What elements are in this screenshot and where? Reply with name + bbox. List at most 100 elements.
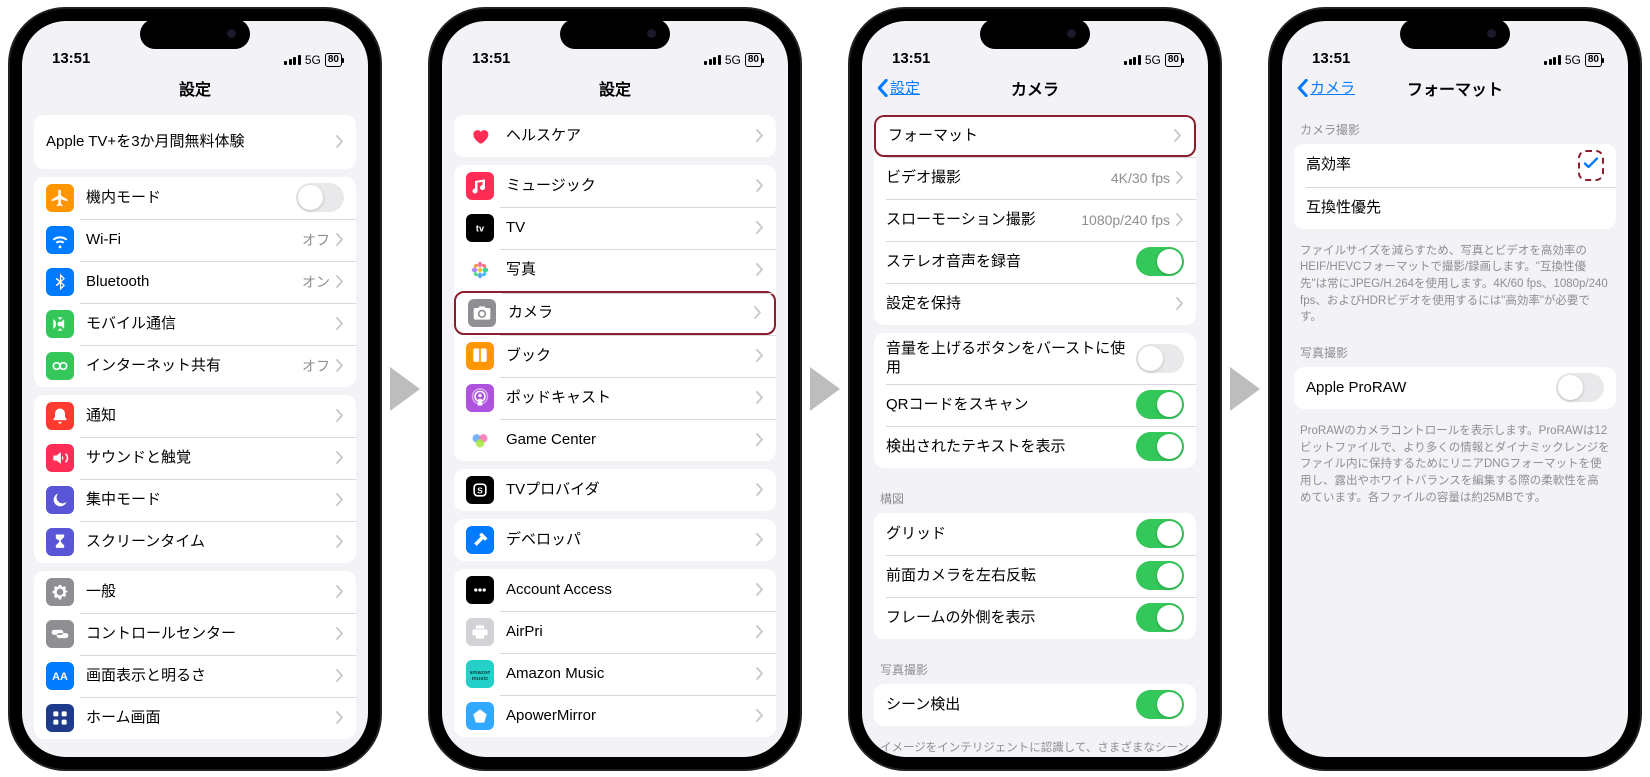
promo-apple-tv[interactable]: Apple TV+を3か月間無料体験 xyxy=(34,115,356,169)
wifi-icon xyxy=(46,226,74,254)
navbar: カメラ フォーマット xyxy=(1282,69,1628,107)
settings-row[interactable]: 前面カメラを左右反転 xyxy=(874,555,1196,597)
settings-row[interactable]: 音量を上げるボタンをバーストに使用 xyxy=(874,333,1196,384)
row-value: オフ xyxy=(302,356,330,376)
toggle-switch[interactable] xyxy=(296,183,344,212)
signal-icon xyxy=(1544,55,1561,65)
settings-row[interactable]: シーン検出 xyxy=(874,684,1196,726)
battery-icon: 80 xyxy=(325,53,342,67)
row-label: ステレオ音声を録音 xyxy=(886,252,1136,272)
settings-row[interactable]: フレームの外側を表示 xyxy=(874,597,1196,639)
settings-row[interactable]: ミュージック xyxy=(454,165,776,207)
moon-icon xyxy=(46,486,74,514)
settings-row[interactable]: Apple ProRAW xyxy=(1294,367,1616,409)
row-label: QRコードをスキャン xyxy=(886,395,1136,415)
settings-row[interactable]: 検出されたテキストを表示 xyxy=(874,426,1196,468)
settings-row[interactable]: ヘルスケア xyxy=(454,115,776,157)
chevron-right-icon xyxy=(336,135,344,148)
toggle-switch[interactable] xyxy=(1136,432,1184,461)
chevron-right-icon xyxy=(336,275,344,288)
settings-row[interactable]: 互換性優先 xyxy=(1294,187,1616,229)
settings-row[interactable]: ポッドキャスト xyxy=(454,377,776,419)
chevron-right-icon xyxy=(754,306,762,319)
chevron-right-icon xyxy=(756,667,764,680)
settings-row[interactable]: TV xyxy=(454,207,776,249)
toggle-switch[interactable] xyxy=(1136,603,1184,632)
settings-row[interactable]: モバイル通信 xyxy=(34,303,356,345)
gamecenter-icon xyxy=(466,426,494,454)
settings-row[interactable]: スローモーション撮影1080p/240 fps xyxy=(874,199,1196,241)
book-icon xyxy=(466,342,494,370)
settings-row[interactable]: 一般 xyxy=(34,571,356,613)
settings-row[interactable]: 設定を保持 xyxy=(874,283,1196,325)
settings-row[interactable]: Amazon Music xyxy=(454,653,776,695)
page-title: 設定 xyxy=(599,76,631,100)
settings-group-network: 機内モードWi-FiオフBluetoothオンモバイル通信インターネット共有オフ xyxy=(34,177,356,387)
settings-row[interactable]: 画面表示と明るさ xyxy=(34,655,356,697)
settings-row[interactable]: 写真 xyxy=(454,249,776,291)
chevron-right-icon xyxy=(336,493,344,506)
row-label: Game Center xyxy=(506,430,756,450)
status-time: 13:51 xyxy=(892,50,930,67)
settings-row[interactable]: フォーマット xyxy=(874,115,1196,157)
settings-row[interactable]: 機内モード xyxy=(34,177,356,219)
step-arrow-icon xyxy=(1230,367,1260,411)
back-button[interactable]: カメラ xyxy=(1296,77,1355,98)
settings-row[interactable]: TVプロバイダ xyxy=(454,469,776,511)
chevron-right-icon xyxy=(756,179,764,192)
settings-group-general: 一般コントロールセンター画面表示と明るさホーム画面 xyxy=(34,571,356,739)
settings-row[interactable]: QRコードをスキャン xyxy=(874,384,1196,426)
am-icon xyxy=(466,660,494,688)
settings-row[interactable]: ApowerMirror xyxy=(454,695,776,737)
settings-row[interactable]: スクリーンタイム xyxy=(34,521,356,563)
ap-icon xyxy=(466,702,494,730)
row-label: TV xyxy=(506,218,756,238)
settings-row[interactable]: グリッド xyxy=(874,513,1196,555)
toggle-switch[interactable] xyxy=(1136,690,1184,719)
row-label: ApowerMirror xyxy=(506,706,756,726)
section-header-photo: 写真撮影 xyxy=(862,647,1208,684)
toggle-switch[interactable] xyxy=(1136,247,1184,276)
settings-row[interactable]: サウンドと触覚 xyxy=(34,437,356,479)
back-button[interactable]: 設定 xyxy=(876,77,920,98)
settings-row[interactable]: 高効率 xyxy=(1294,144,1616,187)
toggle-switch[interactable] xyxy=(1136,344,1184,373)
row-label: スクリーンタイム xyxy=(86,532,336,552)
switches-icon xyxy=(46,620,74,648)
row-value: オン xyxy=(302,272,330,292)
settings-row[interactable]: デベロッパ xyxy=(454,519,776,561)
settings-row[interactable]: コントロールセンター xyxy=(34,613,356,655)
row-label: フレームの外側を表示 xyxy=(886,608,1136,628)
status-right: 5G 80 xyxy=(1124,53,1182,67)
row-label: サウンドと触覚 xyxy=(86,448,336,468)
settings-row[interactable]: ホーム画面 xyxy=(34,697,356,739)
settings-row[interactable]: ステレオ音声を録音 xyxy=(874,241,1196,283)
status-right: 5G 80 xyxy=(284,53,342,67)
chevron-left-icon xyxy=(876,79,888,97)
settings-row[interactable]: ブック xyxy=(454,335,776,377)
settings-row[interactable]: カメラ xyxy=(454,291,776,335)
settings-row[interactable]: 通知 xyxy=(34,395,356,437)
row-label: フォーマット xyxy=(888,126,1174,146)
chevron-right-icon xyxy=(336,451,344,464)
toggle-switch[interactable] xyxy=(1136,390,1184,419)
music-icon xyxy=(466,172,494,200)
settings-row[interactable]: インターネット共有オフ xyxy=(34,345,356,387)
toggle-switch[interactable] xyxy=(1136,561,1184,590)
settings-row[interactable]: Wi-Fiオフ xyxy=(34,219,356,261)
settings-row[interactable]: 集中モード xyxy=(34,479,356,521)
row-label: ミュージック xyxy=(506,176,756,196)
toggle-switch[interactable] xyxy=(1136,519,1184,548)
settings-row[interactable]: Account Access xyxy=(454,569,776,611)
settings-row[interactable]: AirPri xyxy=(454,611,776,653)
row-label: カメラ xyxy=(508,303,754,323)
section-footer: ProRAWのカメラコントロールを表示します。ProRAWは12ビットファイルで… xyxy=(1282,417,1628,510)
navbar: 設定 xyxy=(442,69,788,107)
row-label: コントロールセンター xyxy=(86,624,336,644)
settings-row[interactable]: Bluetoothオン xyxy=(34,261,356,303)
row-label: モバイル通信 xyxy=(86,314,336,334)
settings-row[interactable]: Game Center xyxy=(454,419,776,461)
settings-row[interactable]: ビデオ撮影4K/30 fps xyxy=(874,157,1196,199)
toggle-switch[interactable] xyxy=(1556,373,1604,402)
chevron-right-icon xyxy=(756,263,764,276)
